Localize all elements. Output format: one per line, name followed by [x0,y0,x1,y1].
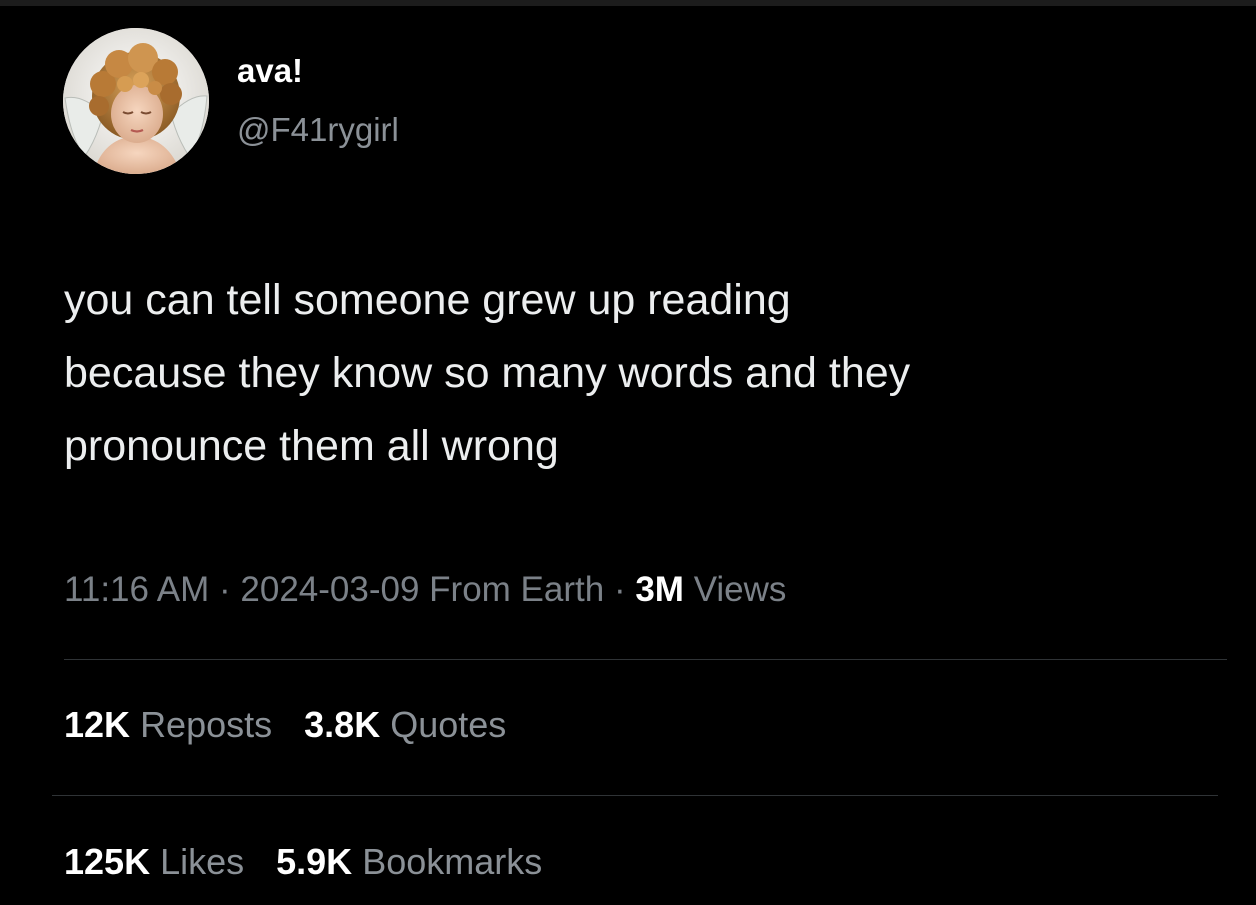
tweet-card: ava! @F41rygirl you can tell someone gre… [0,6,1256,905]
cherub-avatar-icon [63,28,209,174]
likes-stat[interactable]: 125K Likes [64,844,244,880]
reposts-count: 12K [64,704,131,745]
tweet-text-line: because they know so many words and they [64,349,911,397]
tweet-time[interactable]: 11:16 AM [64,570,209,609]
display-name[interactable]: ava! [237,54,303,87]
meta-separator: · [219,570,231,609]
divider [64,659,1227,660]
bookmarks-label: Bookmarks [362,841,543,882]
reposts-stat[interactable]: 12K Reposts [64,707,272,743]
views-label: Views [693,570,787,609]
likes-count: 125K [64,841,151,882]
views-count: 3M [635,570,684,609]
bookmarks-count: 5.9K [276,841,353,882]
meta-separator: · [613,570,626,609]
likes-label: Likes [160,841,245,882]
quotes-count: 3.8K [304,704,381,745]
engagement-stats-row: 125K Likes 5.9K Bookmarks [64,844,564,880]
reposts-label: Reposts [140,704,273,745]
avatar[interactable] [63,28,209,174]
tweet-date-source[interactable]: 2024-03-09 From Earth [240,570,604,609]
bookmarks-stat[interactable]: 5.9K Bookmarks [276,844,542,880]
quotes-label: Quotes [390,704,507,745]
engagement-stats-row: 12K Reposts 3.8K Quotes [64,707,528,743]
divider [52,795,1218,796]
tweet-text: you can tell someone grew up reading bec… [64,264,1204,483]
tweet-text-line: you can tell someone grew up reading [64,276,791,324]
tweet-metadata: 11:16 AM · 2024-03-09 From Earth · 3M Vi… [64,572,786,607]
quotes-stat[interactable]: 3.8K Quotes [304,707,506,743]
tweet-text-line: pronounce them all wrong [64,422,559,470]
user-handle[interactable]: @F41rygirl [237,113,399,146]
